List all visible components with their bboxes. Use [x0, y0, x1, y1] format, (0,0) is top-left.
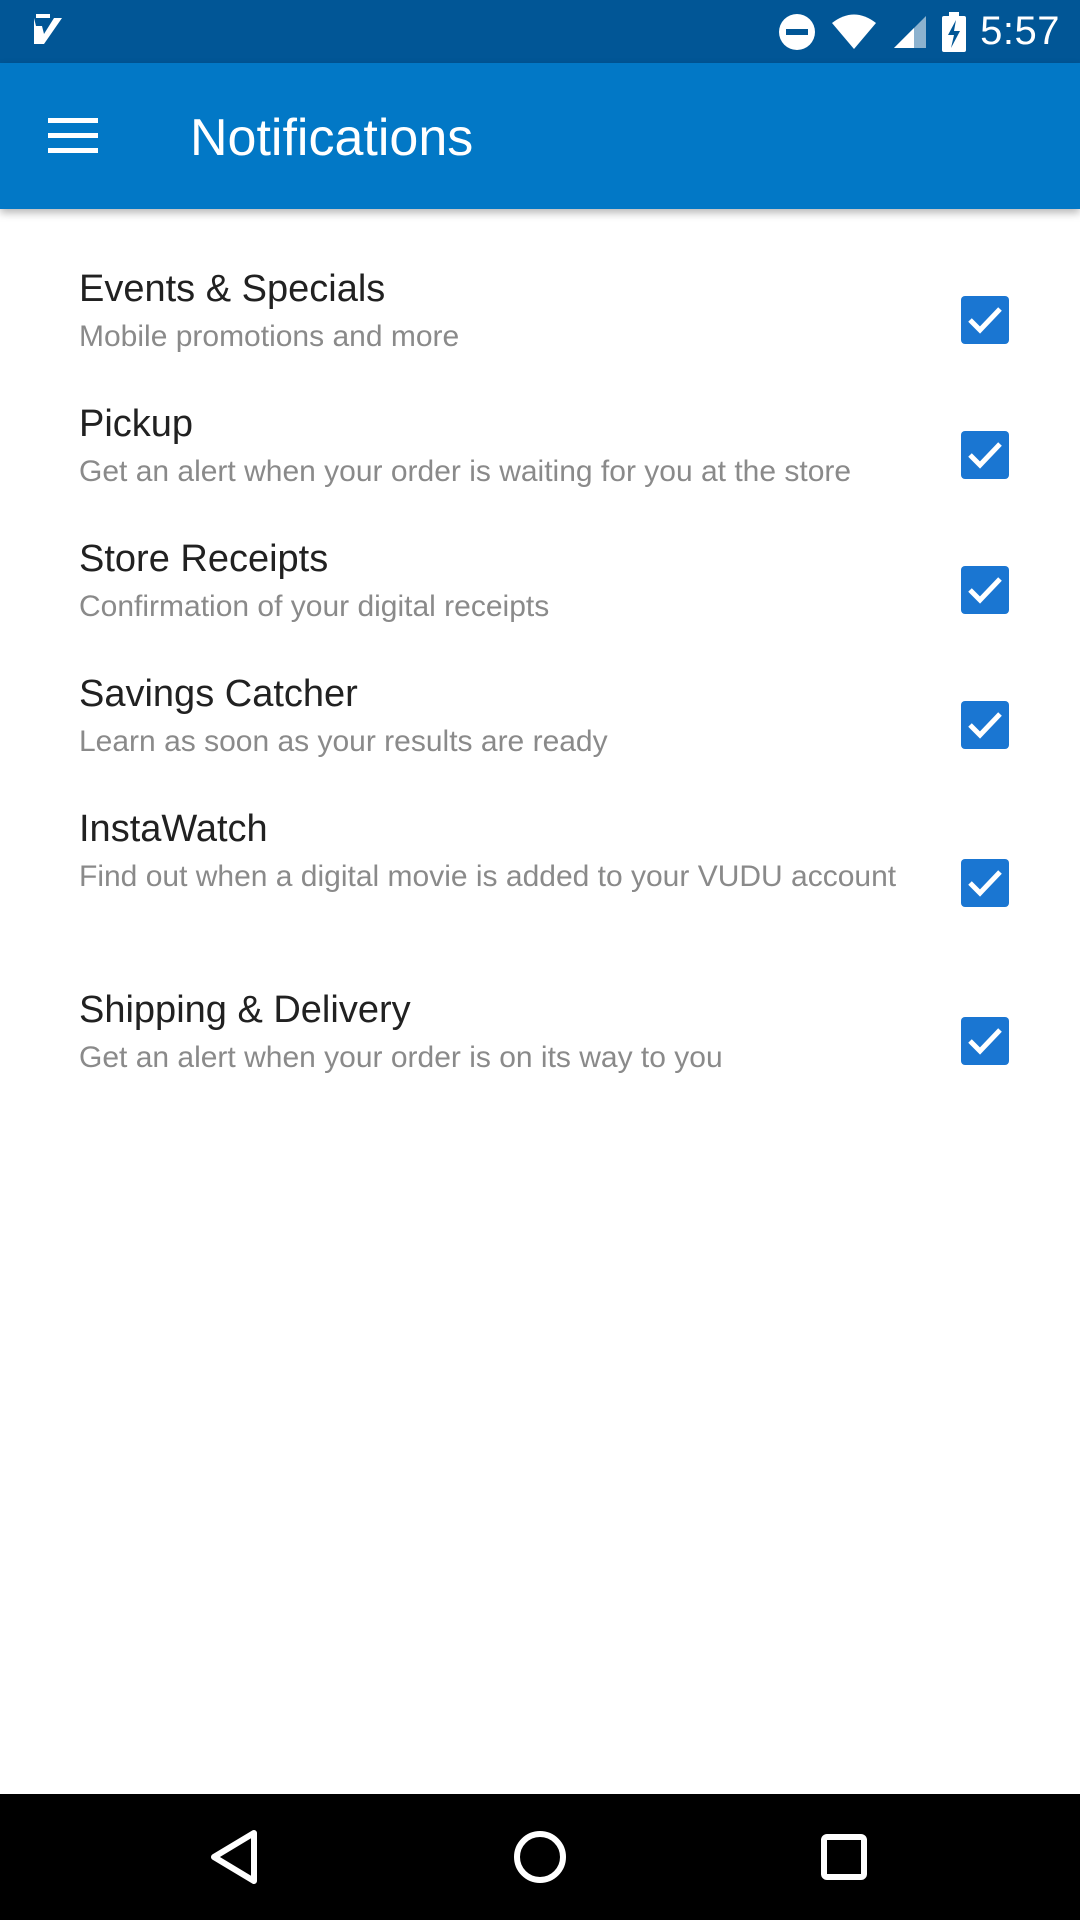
checkbox-store-receipts[interactable]: [961, 566, 1009, 614]
home-icon: [514, 1831, 566, 1883]
list-item-subtitle: Get an alert when your order is on its w…: [79, 1041, 723, 1074]
status-bar: 5:57: [0, 0, 1080, 63]
list-item-subtitle: Mobile promotions and more: [79, 320, 460, 353]
status-time: 5:57: [980, 9, 1060, 53]
check-icon: [968, 442, 1002, 469]
list-item-text: InstaWatch Find out when a digital movie…: [79, 806, 909, 900]
list-item-subtitle: Learn as soon as your results are ready: [79, 725, 608, 758]
checkbox-savings-catcher[interactable]: [961, 701, 1009, 749]
app-check-icon: [34, 14, 62, 44]
checkbox-shipping-delivery[interactable]: [961, 1017, 1009, 1065]
list-item-title: Events & Specials: [79, 268, 386, 310]
recents-icon: [821, 1834, 867, 1880]
check-icon: [968, 307, 1002, 334]
cell-signal-icon: [894, 15, 927, 48]
list-item-subtitle: Get an alert when your order is waiting …: [79, 455, 852, 488]
list-item-title: Pickup: [79, 403, 194, 445]
list-item-text: Shipping & Delivery Get an alert when yo…: [79, 987, 909, 1081]
wifi-icon: [832, 14, 877, 49]
navigation-bar: [0, 1794, 1080, 1920]
checkbox-events-specials[interactable]: [961, 296, 1009, 344]
list-item-title: Savings Catcher: [79, 673, 358, 715]
check-icon: [968, 870, 1002, 897]
list-item-title: Store Receipts: [79, 538, 329, 580]
list-item-subtitle: Confirmation of your digital receipts: [79, 590, 550, 623]
home-button[interactable]: [500, 1817, 580, 1897]
recents-button[interactable]: [804, 1817, 884, 1897]
checkbox-instawatch[interactable]: [961, 859, 1009, 907]
hamburger-menu-icon: [48, 118, 98, 153]
list-item-text: Events & Specials Mobile promotions and …: [79, 266, 909, 360]
list-item-title: InstaWatch: [79, 808, 268, 850]
list-item-title: Shipping & Delivery: [79, 989, 411, 1031]
check-icon: [968, 712, 1002, 739]
back-button[interactable]: [196, 1817, 276, 1897]
list-item-text: Savings Catcher Learn as soon as your re…: [79, 671, 909, 765]
check-icon: [968, 577, 1002, 604]
menu-button[interactable]: [36, 106, 108, 166]
list-item-text: Store Receipts Confirmation of your digi…: [79, 536, 909, 630]
check-icon: [968, 1028, 1002, 1055]
checkbox-pickup[interactable]: [961, 431, 1009, 479]
list-item-subtitle: Find out when a digital movie is added t…: [79, 860, 897, 893]
notifications-screen: 5:57 Notifications Events & Specials Mob…: [0, 0, 1080, 1920]
page-title: Notifications: [190, 109, 474, 167]
do-not-disturb-icon: [779, 13, 816, 50]
back-icon: [211, 1830, 257, 1884]
app-bar: Notifications: [0, 63, 1080, 209]
list-item-text: Pickup Get an alert when your order is w…: [79, 401, 909, 495]
battery-charging-icon: [942, 11, 967, 52]
